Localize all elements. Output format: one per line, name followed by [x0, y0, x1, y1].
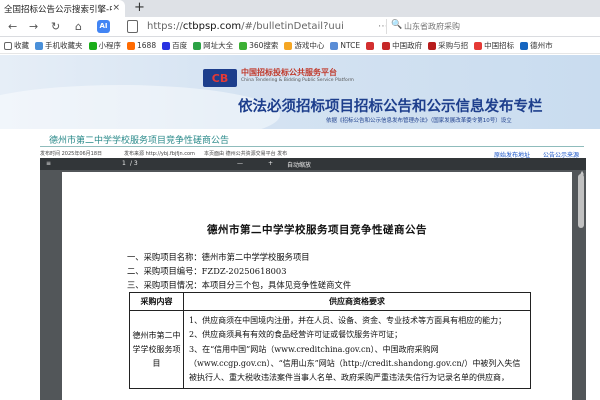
- pdf-page: 德州市第二中学学校服务项目竞争性磋商公告 一、采购项目名称：德州市第二中学学校服…: [62, 172, 572, 400]
- bookmark-item[interactable]: 手机收藏夹: [35, 40, 83, 51]
- pdf-scrollbar[interactable]: [578, 174, 584, 228]
- so360-icon: [239, 41, 248, 50]
- banner-title: 依法必须招标项目招标公告和公示信息发布专栏: [238, 99, 543, 115]
- bookmark-label: 游戏中心: [294, 41, 325, 50]
- bookmark-item[interactable]: 中国政府: [382, 40, 422, 51]
- bookmark-label: 小程序: [98, 41, 122, 50]
- bookmarks-bar: 收藏 手机收藏夹 小程序 1688 百度 网址大全 360搜索 游戏中心 NTCE 中国政府 采购与…: [0, 38, 600, 54]
- bookmark-label: 德州市: [530, 41, 553, 50]
- baidu-icon: [162, 41, 171, 50]
- phone-icon: [35, 41, 43, 50]
- banner-subtitle: 依据《招标公告和公示信息发布管理办法》（国家发展改革委令第10号）设立: [326, 118, 512, 124]
- table-header: 供应商资格要求: [183, 292, 531, 311]
- document-title: 德州市第二中学学校服务项目竞争性磋商公告: [207, 224, 427, 236]
- back-icon[interactable]: ←: [8, 20, 17, 33]
- requirement-item: 3、在“信用中国”网站（www.creditchina.gov.cn）、中国政府…: [189, 344, 521, 383]
- table-header-row: 采购内容 供应商资格要求: [129, 292, 531, 311]
- close-icon[interactable]: ×: [112, 3, 120, 13]
- divider: [40, 146, 584, 147]
- zoom-in-icon[interactable]: +: [268, 160, 273, 167]
- tab-strip: 全国招标公告公示搜索引擎-中国 × +: [0, 0, 600, 17]
- url-scheme: https://: [147, 21, 183, 32]
- document-line: 二、采购项目编号：FZDZ-20250618003: [127, 266, 287, 276]
- bookmark-label: 收藏: [14, 41, 29, 50]
- bookmark-item[interactable]: 百度: [162, 40, 187, 51]
- 1688-icon: [127, 41, 135, 50]
- document-line: 三、采购项目情况：本项目分三个包，具体见竞争性磋商文件: [127, 280, 352, 290]
- publish-source: 发布来源 http://ybj.fbjfjn.com: [124, 151, 195, 157]
- url-host: ctbpsp.com: [182, 21, 242, 32]
- zoom-out-icon[interactable]: —: [237, 160, 243, 167]
- table-cell-requirements: 1、供应商须在中国境内注册，并在人员、设备、资金、专业技术等方面具有相应的能力；…: [183, 309, 531, 390]
- tab-active[interactable]: 全国招标公告公示搜索引擎-中国 ×: [0, 0, 125, 17]
- ntce-icon: [330, 41, 339, 50]
- game-icon: [284, 41, 293, 50]
- gov-icon: [382, 41, 391, 50]
- bookmark-item[interactable]: 网址大全: [193, 40, 233, 51]
- bookmark-label: 百度: [172, 41, 188, 50]
- pdf-toolbar: ≡ 1 / 3 — + 自动缩放: [40, 158, 586, 170]
- search-icon[interactable]: 🔍: [391, 20, 402, 30]
- bookmark-label: 中国政府: [392, 41, 423, 50]
- qualification-table: 采购内容 供应商资格要求 德州市第二中学学校服务项目 1、供应商须在中国境内注册…: [129, 292, 531, 390]
- site-icon: [366, 41, 375, 50]
- platform-name-cn: 中国招标投标公共服务平台: [241, 68, 337, 77]
- tender-icon: [474, 41, 483, 50]
- document-line: 一、采购项目名称：德州市第二中学学校服务项目: [127, 252, 310, 262]
- url-field[interactable]: https://ctbpsp.com/#/bulletinDetail?uui: [147, 20, 344, 34]
- navigation-icon: [193, 41, 202, 50]
- bookmark-item[interactable]: NTCE: [330, 41, 360, 50]
- bookmark-item[interactable]: 360搜索: [239, 40, 278, 51]
- bookmark-item[interactable]: 中国招标: [474, 40, 514, 51]
- bookmark-item[interactable]: [366, 41, 376, 50]
- zoom-select[interactable]: 自动缩放: [287, 160, 311, 169]
- logo-text: CB: [212, 72, 228, 85]
- search-input[interactable]: [404, 20, 594, 32]
- url-path: /#/bulletinDetail?uui: [241, 21, 344, 32]
- table-header: 采购内容: [129, 292, 184, 311]
- pdf-viewer: ≡ 1 / 3 — + 自动缩放 ▲ 德州市第二中学学校服务项目竞争性磋商公告 …: [40, 158, 586, 400]
- bookmark-label: 网址大全: [203, 41, 234, 50]
- pdf-page-input[interactable]: 1: [122, 160, 126, 167]
- table-row: 德州市第二中学学校服务项目 1、供应商须在中国境内注册，并在人员、设备、资金、专…: [129, 309, 531, 390]
- home-icon[interactable]: ⌂: [75, 20, 82, 33]
- bookmark-item[interactable]: 采购与招: [428, 40, 468, 51]
- bookmark-item[interactable]: 1688: [127, 41, 156, 50]
- procure-icon: [428, 41, 437, 50]
- bookmark-item[interactable]: 德州市: [520, 40, 553, 51]
- forward-icon[interactable]: →: [29, 20, 38, 33]
- bookmark-item[interactable]: 游戏中心: [284, 40, 324, 51]
- pdf-menu-icon[interactable]: ≡: [46, 160, 51, 167]
- tab-title: 全国招标公告公示搜索引擎-中国: [4, 4, 112, 15]
- new-tab-icon[interactable]: +: [134, 1, 145, 15]
- notice-title: 德州市第二中学学校服务项目竞争性磋商公告: [49, 136, 230, 146]
- bookmark-label: 手机收藏夹: [45, 41, 83, 50]
- reader-mode-icon[interactable]: [127, 20, 138, 33]
- bookmark-label: 1688: [137, 41, 157, 50]
- bookmark-label: 采购与招: [438, 41, 469, 50]
- platform-name-en: China Tendering & Bidding Public Service…: [241, 78, 354, 83]
- bookmark-label: 中国招标: [484, 41, 515, 50]
- dezhou-icon: [520, 41, 529, 50]
- browser-window: 全国招标公告公示搜索引擎-中国 × + ← → ↻ ⌂ AI https://c…: [0, 0, 600, 400]
- menu-icon: [4, 41, 12, 50]
- ai-extension-icon[interactable]: AI: [97, 20, 110, 33]
- reload-icon[interactable]: ↻: [51, 20, 60, 33]
- requirement-item: 1、供应商须在中国境内注册，并在人员、设备、资金、专业技术等方面具有相应的能力；: [189, 316, 507, 325]
- bookmark-item[interactable]: 收藏: [4, 40, 29, 51]
- pdf-page-total: / 3: [130, 160, 138, 167]
- publish-date: 发布时间 2025年06月18日: [40, 151, 103, 157]
- bookmark-label: 360搜索: [249, 41, 279, 50]
- bookmark-label: NTCE: [340, 41, 361, 50]
- requirement-item: 2、供应商须具有有效的食品经营许可证或餐饮服务许可证；: [189, 330, 403, 340]
- site-banner: CB 中国招标投标公共服务平台 China Tendering & Biddin…: [0, 55, 600, 129]
- miniapp-icon: [88, 41, 97, 50]
- search-box: 🔍: [386, 19, 600, 34]
- address-bar-row: ← → ↻ ⌂ AI https://ctbpsp.com/#/bulletin…: [0, 17, 600, 37]
- publish-platform: 本页面由 德州公共资源交易平台 发布: [204, 151, 288, 157]
- table-cell-content: 德州市第二中学学校服务项目: [129, 309, 184, 390]
- platform-logo-icon: CB: [203, 69, 237, 87]
- bookmark-item[interactable]: 小程序: [88, 40, 122, 51]
